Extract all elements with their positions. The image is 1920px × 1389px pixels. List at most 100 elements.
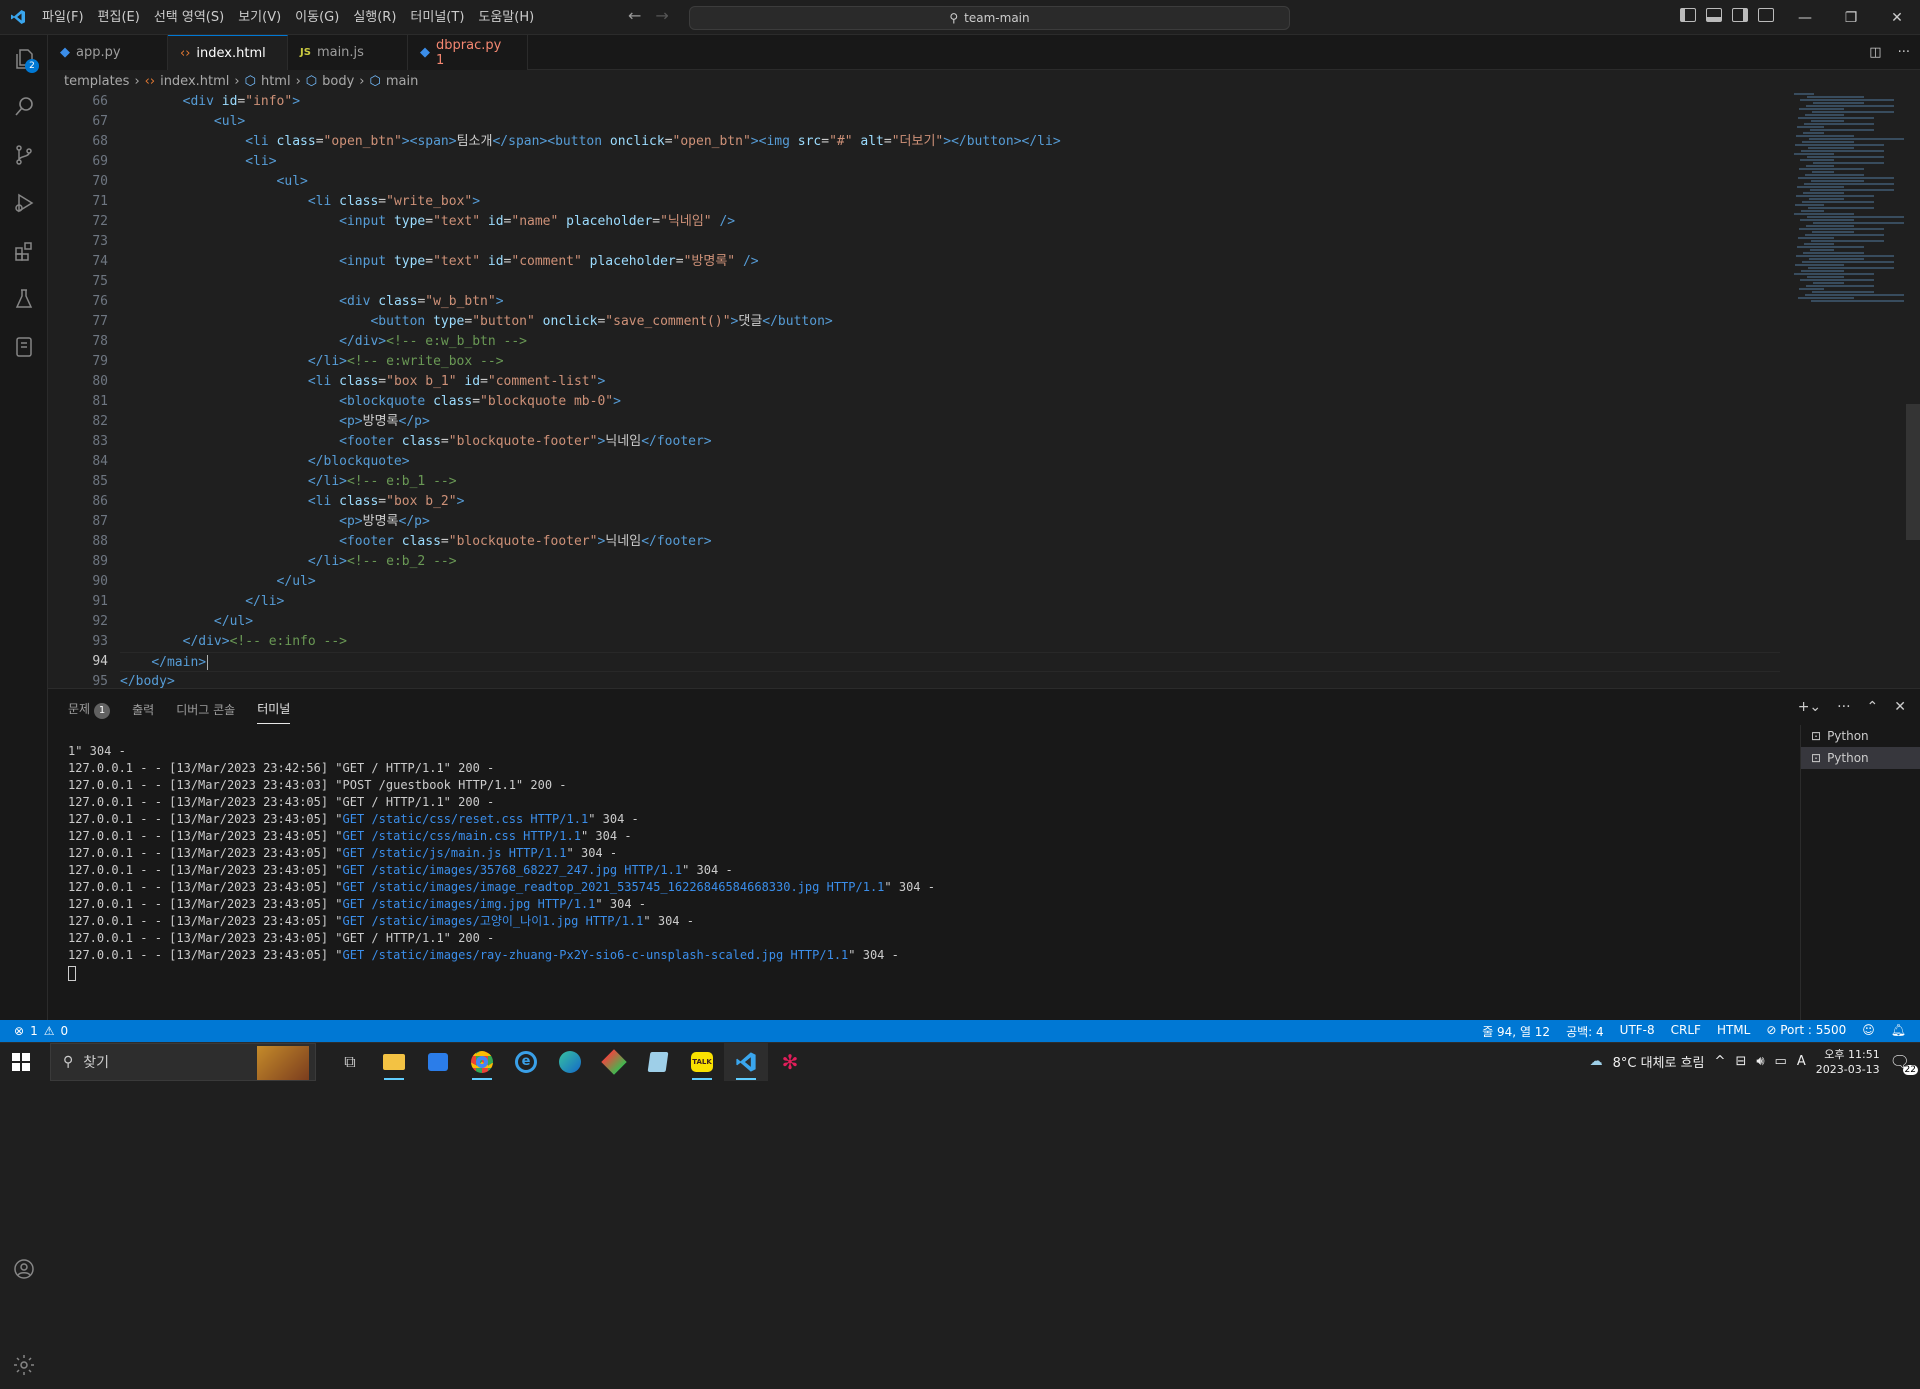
breadcrumb-item[interactable]: body [322, 74, 354, 89]
code-line[interactable]: </li><!-- e:b_1 --> [120, 472, 1780, 492]
code-line[interactable]: <p>방명록</p> [120, 412, 1780, 432]
notifications-bell-icon[interactable]: 🔔︎ [1891, 1023, 1906, 1040]
problems-status[interactable]: ⊗ 1 ⚠ 0 [0, 1024, 68, 1038]
task-view-icon[interactable]: ⧉ [328, 1043, 372, 1081]
taskbar-search[interactable]: ⚲ 찾기 [50, 1042, 316, 1081]
new-terminal-icon[interactable]: +⌄ [1798, 699, 1821, 715]
internet-explorer-icon[interactable]: e [504, 1043, 548, 1081]
minimize-icon[interactable]: — [1782, 0, 1828, 35]
testing-icon[interactable] [0, 275, 48, 323]
minimap[interactable] [1794, 92, 1904, 302]
code-line[interactable]: </li> [120, 592, 1780, 612]
line-ending[interactable]: CRLF [1671, 1023, 1701, 1040]
breadcrumb-item[interactable]: main [386, 74, 418, 89]
notepad-icon[interactable] [636, 1043, 680, 1081]
cursor-position[interactable]: 줄 94, 열 12 [1482, 1023, 1550, 1040]
slack-icon[interactable]: ✻ [768, 1043, 812, 1081]
breadcrumb-item[interactable]: html [261, 74, 291, 89]
network-icon[interactable]: ⊟ [1735, 1054, 1746, 1069]
code-line[interactable]: <li> [120, 152, 1780, 172]
code-line[interactable]: <ul> [120, 172, 1780, 192]
tray-overflow-icon[interactable]: ^ [1715, 1054, 1726, 1069]
back-arrow-icon[interactable]: ← [628, 6, 641, 25]
battery-icon[interactable]: ▭ [1775, 1054, 1787, 1069]
encoding[interactable]: UTF-8 [1620, 1023, 1655, 1040]
code-line[interactable] [120, 272, 1780, 292]
maximize-panel-icon[interactable]: ⌃ [1867, 699, 1879, 715]
code-line[interactable]: </ul> [120, 612, 1780, 632]
code-line[interactable]: <li class="open_btn"><span>팀소개</span><bu… [120, 132, 1780, 152]
remote-explorer-icon[interactable] [0, 323, 48, 371]
input-language[interactable]: A [1797, 1054, 1806, 1069]
restore-icon[interactable]: ❐ [1828, 0, 1874, 35]
file-explorer-icon[interactable] [372, 1043, 416, 1081]
code-lines[interactable]: <div id="info"> <ul> <li class="open_btn… [120, 92, 1780, 688]
command-center-search[interactable]: ⚲ team-main [689, 6, 1290, 30]
split-editor-icon[interactable]: ◫ [1869, 45, 1881, 60]
tab-main-js[interactable]: JS main.js [288, 35, 408, 70]
code-line[interactable]: </div><!-- e:w_b_btn --> [120, 332, 1780, 352]
more-actions-icon[interactable]: ··· [1837, 699, 1850, 715]
volume-icon[interactable]: 🔊︎ [1756, 1054, 1764, 1069]
extensions-icon[interactable] [0, 227, 48, 275]
code-line[interactable]: <footer class="blockquote-footer">닉네임</f… [120, 432, 1780, 452]
settings-gear-icon[interactable] [0, 1341, 48, 1389]
toggle-secondary-sidebar-icon[interactable] [1732, 8, 1748, 22]
code-line[interactable]: <footer class="blockquote-footer">닉네임</f… [120, 532, 1780, 552]
more-actions-icon[interactable]: ··· [1898, 45, 1910, 60]
code-line[interactable]: <li class="box b_1" id="comment-list"> [120, 372, 1780, 392]
code-line[interactable]: <div class="w_b_btn"> [120, 292, 1780, 312]
toggle-primary-sidebar-icon[interactable] [1680, 8, 1696, 22]
code-line[interactable]: </main> [120, 652, 1780, 672]
breadcrumb-item[interactable]: index.html [160, 74, 229, 89]
code-line[interactable]: <li class="box b_2"> [120, 492, 1780, 512]
code-line[interactable] [120, 232, 1780, 252]
menu-edit[interactable]: 편집(E) [91, 0, 147, 35]
code-line[interactable]: </li><!-- e:b_2 --> [120, 552, 1780, 572]
code-line[interactable]: </body> [120, 672, 1780, 688]
menu-view[interactable]: 보기(V) [231, 0, 288, 35]
menu-run[interactable]: 실행(R) [346, 0, 403, 35]
weather-icon[interactable]: ☁ [1590, 1054, 1603, 1069]
weather-text[interactable]: 8°C 대체로 흐림 [1613, 1052, 1705, 1071]
customize-layout-icon[interactable] [1758, 8, 1774, 22]
menu-terminal[interactable]: 터미널(T) [403, 0, 471, 35]
close-panel-icon[interactable]: ✕ [1894, 699, 1906, 715]
vscode-taskbar-icon[interactable] [724, 1042, 768, 1081]
code-line[interactable]: </div><!-- e:info --> [120, 632, 1780, 652]
explorer-icon[interactable]: 2 [0, 35, 48, 83]
code-line[interactable]: <ul> [120, 112, 1780, 132]
terminal-output[interactable]: 1" 304 - 127.0.0.1 - - [13/Mar/2023 23:42… [68, 743, 1568, 981]
terminal-item[interactable]: ⊡ Python [1801, 747, 1920, 769]
source-control-icon[interactable] [0, 131, 48, 179]
code-line[interactable]: <div id="info"> [120, 92, 1780, 112]
clock[interactable]: 오후 11:51 2023-03-13 [1816, 1047, 1880, 1077]
notification-center-icon[interactable]: 🗨︎ 22 [1890, 1052, 1918, 1075]
menu-selection[interactable]: 선택 영역(S) [147, 0, 231, 35]
live-server-port[interactable]: ⊘ Port : 5500 [1766, 1023, 1846, 1040]
edge-icon[interactable] [548, 1043, 592, 1081]
accounts-icon[interactable] [0, 1245, 48, 1293]
code-line[interactable]: </blockquote> [120, 452, 1780, 472]
toggle-panel-icon[interactable] [1706, 8, 1722, 22]
tab-app-py[interactable]: ◆ app.py [48, 35, 168, 70]
windows-start-icon[interactable] [12, 1053, 30, 1075]
close-icon[interactable]: ✕ [1874, 0, 1920, 35]
language-mode[interactable]: HTML [1717, 1023, 1750, 1040]
tab-debug-console[interactable]: 디버그 콘솔 [176, 701, 235, 718]
tab-dbprac-py[interactable]: ◆ dbprac.py 1 [408, 35, 528, 70]
tab-output[interactable]: 출력 [132, 701, 154, 718]
chrome-icon[interactable] [460, 1043, 504, 1081]
tab-problems[interactable]: 문제 1 [68, 700, 111, 719]
code-line[interactable]: </ul> [120, 572, 1780, 592]
sourcetree-icon[interactable] [592, 1043, 636, 1081]
code-editor[interactable]: 66 67 68 69 70 71 72 73 74 75 76 77 78 79 80 81 82 83 84 85… [48, 92, 1920, 688]
code-line[interactable]: <li class="write_box"> [120, 192, 1780, 212]
code-line[interactable]: <button type="button" onclick="save_comm… [120, 312, 1780, 332]
menu-help[interactable]: 도움말(H) [471, 0, 541, 35]
microsoft-store-icon[interactable] [416, 1043, 460, 1081]
code-line[interactable]: <blockquote class="blockquote mb-0"> [120, 392, 1780, 412]
feedback-icon[interactable]: ☺ [1862, 1023, 1875, 1040]
menu-file[interactable]: 파일(F) [35, 0, 91, 35]
code-line[interactable]: <input type="text" id="name" placeholder… [120, 212, 1780, 232]
